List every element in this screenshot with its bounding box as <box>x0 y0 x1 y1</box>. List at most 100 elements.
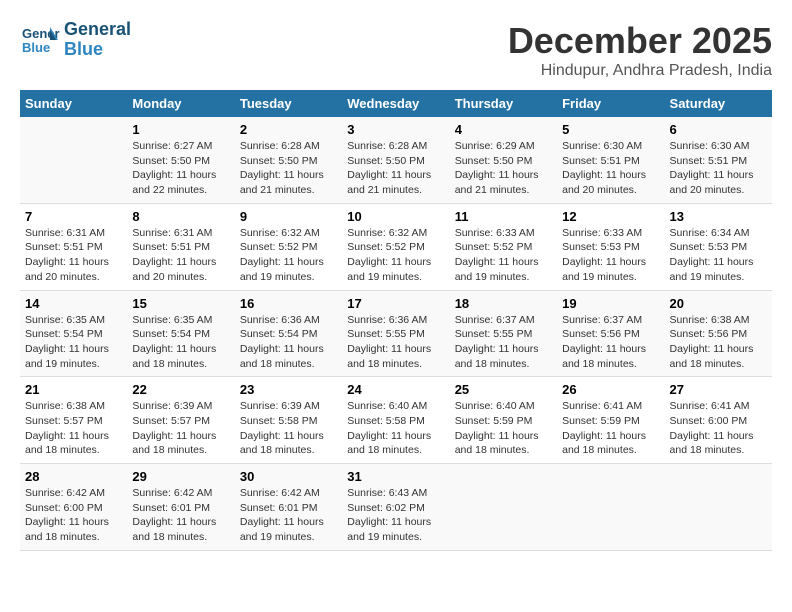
calendar-week-1: 1Sunrise: 6:27 AM Sunset: 5:50 PM Daylig… <box>20 117 772 203</box>
calendar-cell: 17 Sunrise: 6:36 AM Sunset: 5:55 PM Dayli… <box>342 290 449 377</box>
day-info: Sunrise: 6:38 AM Sunset: 5:57 PM Dayligh… <box>25 399 122 458</box>
header-wednesday: Wednesday <box>342 90 449 117</box>
logo-text: General Blue <box>64 20 131 60</box>
day-info: Sunrise: 6:27 AM Sunset: 5:50 PM Dayligh… <box>132 139 229 198</box>
calendar-cell: 21 Sunrise: 6:38 AM Sunset: 5:57 PM Dayli… <box>20 377 127 464</box>
day-info: Sunrise: 6:42 AM Sunset: 6:00 PM Dayligh… <box>25 486 122 545</box>
calendar-cell: 29 Sunrise: 6:42 AM Sunset: 6:01 PM Dayli… <box>127 464 234 551</box>
calendar-body: 1Sunrise: 6:27 AM Sunset: 5:50 PM Daylig… <box>20 117 772 550</box>
calendar-cell: 15 Sunrise: 6:35 AM Sunset: 5:54 PM Dayli… <box>127 290 234 377</box>
day-number: 19 <box>562 296 659 311</box>
header-friday: Friday <box>557 90 664 117</box>
day-number: 26 <box>562 382 659 397</box>
day-number: 11 <box>455 209 552 224</box>
calendar-week-4: 21 Sunrise: 6:38 AM Sunset: 5:57 PM Dayli… <box>20 377 772 464</box>
day-number: 7 <box>25 209 122 224</box>
page-header: General Blue General Blue December 2025 … <box>20 20 772 80</box>
calendar-cell: 31Sunrise: 6:43 AM Sunset: 6:02 PM Dayli… <box>342 464 449 551</box>
day-info: Sunrise: 6:30 AM Sunset: 5:51 PM Dayligh… <box>562 139 659 198</box>
calendar-cell <box>20 117 127 203</box>
calendar-cell: 22 Sunrise: 6:39 AM Sunset: 5:57 PM Dayli… <box>127 377 234 464</box>
calendar-cell: 2 Sunrise: 6:28 AM Sunset: 5:50 PM Daylig… <box>235 117 342 203</box>
calendar-cell: 8 Sunrise: 6:31 AM Sunset: 5:51 PM Daylig… <box>127 203 234 290</box>
day-info: Sunrise: 6:40 AM Sunset: 5:58 PM Dayligh… <box>347 399 444 458</box>
title-area: December 2025 Hindupur, Andhra Pradesh, … <box>508 20 772 80</box>
calendar-cell: 4 Sunrise: 6:29 AM Sunset: 5:50 PM Daylig… <box>450 117 557 203</box>
calendar-cell: 9 Sunrise: 6:32 AM Sunset: 5:52 PM Daylig… <box>235 203 342 290</box>
day-info: Sunrise: 6:36 AM Sunset: 5:54 PM Dayligh… <box>240 313 337 372</box>
day-info: Sunrise: 6:41 AM Sunset: 6:00 PM Dayligh… <box>670 399 767 458</box>
day-info: Sunrise: 6:28 AM Sunset: 5:50 PM Dayligh… <box>347 139 444 198</box>
calendar-cell: 5 Sunrise: 6:30 AM Sunset: 5:51 PM Daylig… <box>557 117 664 203</box>
day-number: 25 <box>455 382 552 397</box>
day-info: Sunrise: 6:39 AM Sunset: 5:57 PM Dayligh… <box>132 399 229 458</box>
calendar-week-2: 7 Sunrise: 6:31 AM Sunset: 5:51 PM Daylig… <box>20 203 772 290</box>
day-info: Sunrise: 6:35 AM Sunset: 5:54 PM Dayligh… <box>25 313 122 372</box>
day-number: 5 <box>562 122 659 137</box>
day-number: 8 <box>132 209 229 224</box>
calendar-cell: 30 Sunrise: 6:42 AM Sunset: 6:01 PM Dayli… <box>235 464 342 551</box>
day-number: 18 <box>455 296 552 311</box>
day-number: 29 <box>132 469 229 484</box>
header-tuesday: Tuesday <box>235 90 342 117</box>
calendar-cell: 12Sunrise: 6:33 AM Sunset: 5:53 PM Dayli… <box>557 203 664 290</box>
calendar-cell: 18Sunrise: 6:37 AM Sunset: 5:55 PM Dayli… <box>450 290 557 377</box>
day-info: Sunrise: 6:34 AM Sunset: 5:53 PM Dayligh… <box>670 226 767 285</box>
day-number: 4 <box>455 122 552 137</box>
svg-text:Blue: Blue <box>22 40 50 55</box>
day-info: Sunrise: 6:35 AM Sunset: 5:54 PM Dayligh… <box>132 313 229 372</box>
calendar-cell: 25 Sunrise: 6:40 AM Sunset: 5:59 PM Dayli… <box>450 377 557 464</box>
day-info: Sunrise: 6:31 AM Sunset: 5:51 PM Dayligh… <box>132 226 229 285</box>
calendar-cell: 28 Sunrise: 6:42 AM Sunset: 6:00 PM Dayli… <box>20 464 127 551</box>
header-saturday: Saturday <box>665 90 772 117</box>
day-number: 17 <box>347 296 444 311</box>
day-info: Sunrise: 6:36 AM Sunset: 5:55 PM Dayligh… <box>347 313 444 372</box>
day-number: 20 <box>670 296 767 311</box>
calendar-cell <box>450 464 557 551</box>
day-info: Sunrise: 6:30 AM Sunset: 5:51 PM Dayligh… <box>670 139 767 198</box>
day-number: 24 <box>347 382 444 397</box>
day-number: 30 <box>240 469 337 484</box>
day-number: 2 <box>240 122 337 137</box>
calendar-header-row: SundayMondayTuesdayWednesdayThursdayFrid… <box>20 90 772 117</box>
day-number: 14 <box>25 296 122 311</box>
day-number: 23 <box>240 382 337 397</box>
calendar-cell: 19Sunrise: 6:37 AM Sunset: 5:56 PM Dayli… <box>557 290 664 377</box>
day-number: 27 <box>670 382 767 397</box>
calendar-cell: 7 Sunrise: 6:31 AM Sunset: 5:51 PM Daylig… <box>20 203 127 290</box>
day-number: 15 <box>132 296 229 311</box>
day-info: Sunrise: 6:42 AM Sunset: 6:01 PM Dayligh… <box>132 486 229 545</box>
calendar-cell: 16 Sunrise: 6:36 AM Sunset: 5:54 PM Dayli… <box>235 290 342 377</box>
calendar-week-5: 28 Sunrise: 6:42 AM Sunset: 6:00 PM Dayli… <box>20 464 772 551</box>
day-info: Sunrise: 6:28 AM Sunset: 5:50 PM Dayligh… <box>240 139 337 198</box>
day-number: 22 <box>132 382 229 397</box>
day-number: 28 <box>25 469 122 484</box>
logo: General Blue General Blue <box>20 20 131 60</box>
day-info: Sunrise: 6:29 AM Sunset: 5:50 PM Dayligh… <box>455 139 552 198</box>
day-number: 21 <box>25 382 122 397</box>
logo-icon: General Blue <box>20 22 60 57</box>
calendar-cell: 27 Sunrise: 6:41 AM Sunset: 6:00 PM Dayli… <box>665 377 772 464</box>
day-number: 10 <box>347 209 444 224</box>
calendar-cell: 13 Sunrise: 6:34 AM Sunset: 5:53 PM Dayli… <box>665 203 772 290</box>
day-info: Sunrise: 6:32 AM Sunset: 5:52 PM Dayligh… <box>347 226 444 285</box>
day-number: 9 <box>240 209 337 224</box>
day-number: 13 <box>670 209 767 224</box>
calendar-cell: 1Sunrise: 6:27 AM Sunset: 5:50 PM Daylig… <box>127 117 234 203</box>
calendar-cell: 6 Sunrise: 6:30 AM Sunset: 5:51 PM Daylig… <box>665 117 772 203</box>
day-number: 16 <box>240 296 337 311</box>
calendar-cell <box>665 464 772 551</box>
header-thursday: Thursday <box>450 90 557 117</box>
day-number: 6 <box>670 122 767 137</box>
day-info: Sunrise: 6:32 AM Sunset: 5:52 PM Dayligh… <box>240 226 337 285</box>
day-info: Sunrise: 6:31 AM Sunset: 5:51 PM Dayligh… <box>25 226 122 285</box>
day-info: Sunrise: 6:38 AM Sunset: 5:56 PM Dayligh… <box>670 313 767 372</box>
calendar-cell: 26Sunrise: 6:41 AM Sunset: 5:59 PM Dayli… <box>557 377 664 464</box>
calendar-cell: 3Sunrise: 6:28 AM Sunset: 5:50 PM Daylig… <box>342 117 449 203</box>
day-info: Sunrise: 6:40 AM Sunset: 5:59 PM Dayligh… <box>455 399 552 458</box>
location-subtitle: Hindupur, Andhra Pradesh, India <box>508 62 772 80</box>
day-info: Sunrise: 6:42 AM Sunset: 6:01 PM Dayligh… <box>240 486 337 545</box>
day-info: Sunrise: 6:43 AM Sunset: 6:02 PM Dayligh… <box>347 486 444 545</box>
calendar-cell <box>557 464 664 551</box>
day-number: 12 <box>562 209 659 224</box>
